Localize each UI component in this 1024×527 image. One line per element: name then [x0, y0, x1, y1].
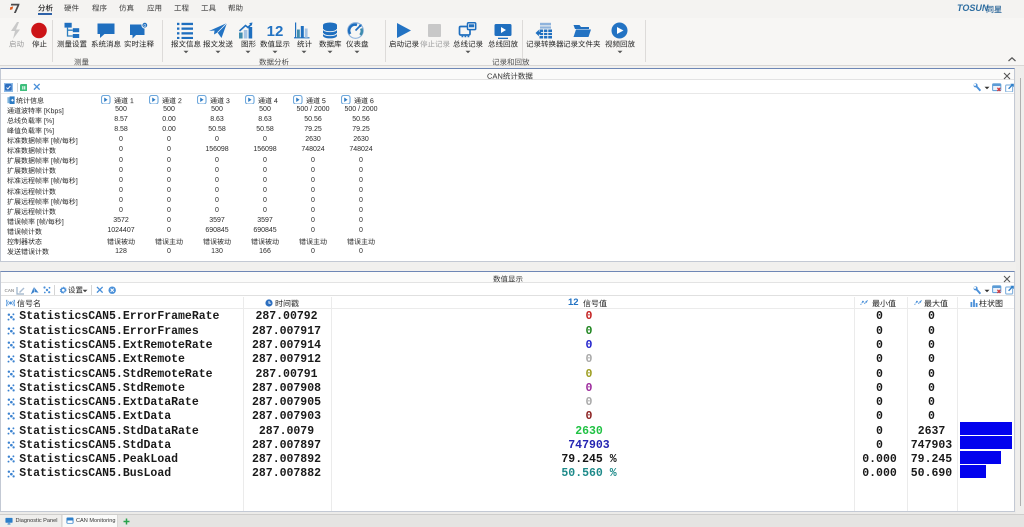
svg-text:12: 12	[267, 23, 284, 39]
